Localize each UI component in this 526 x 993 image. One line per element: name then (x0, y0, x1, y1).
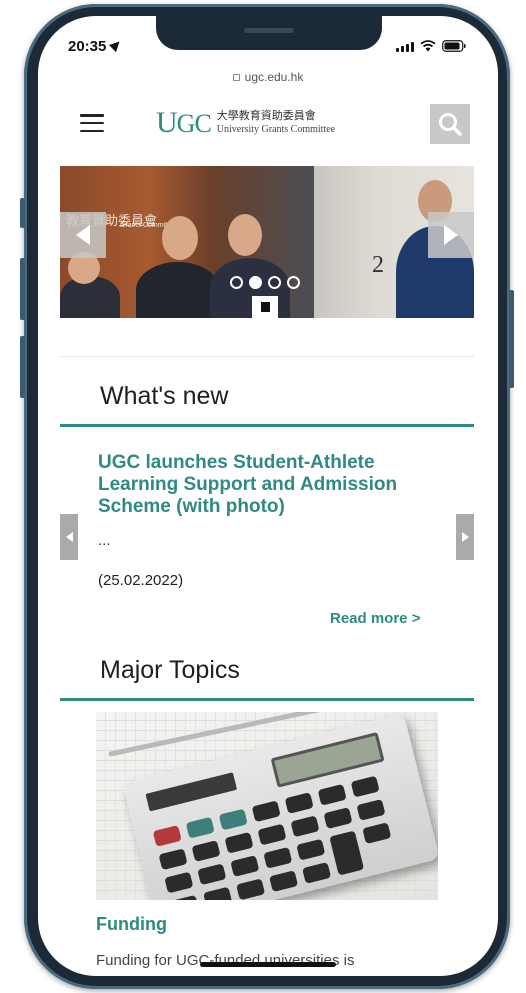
search-button[interactable] (430, 104, 470, 144)
pause-icon (260, 302, 270, 312)
news-next-button[interactable] (456, 514, 474, 560)
carousel-pause-button[interactable] (252, 296, 278, 318)
divider (60, 356, 474, 357)
person-right-head (228, 214, 262, 256)
calculator-key (185, 816, 215, 839)
calculator-key (302, 862, 332, 884)
funding-topic-title-link[interactable]: Funding (96, 914, 167, 935)
calculator-key (224, 831, 254, 854)
carousel-next-button[interactable] (428, 212, 474, 258)
hamburger-menu-icon[interactable] (80, 114, 104, 132)
calculator-key (329, 830, 365, 876)
calculator-key (164, 871, 194, 894)
person-center-head (162, 216, 198, 260)
power-button (509, 290, 514, 388)
carousel-indicators (230, 276, 300, 289)
slide-number-fragment: 2 (372, 252, 384, 278)
calculator-key (218, 808, 248, 831)
carousel-dot-2[interactable] (249, 276, 262, 289)
news-item-title-link[interactable]: UGC launches Student-Athlete Learning Su… (98, 452, 438, 518)
calculator-key (317, 783, 347, 806)
chevron-left-icon (76, 225, 90, 245)
calculator-key (263, 846, 293, 869)
status-time-text: 20:35 (68, 38, 107, 55)
status-time: 20:35 (68, 37, 124, 55)
logo-mark-gc: GC (176, 109, 212, 138)
search-icon (439, 113, 462, 136)
read-more-link[interactable]: Read more > (330, 610, 420, 627)
chevron-left-icon (65, 532, 73, 542)
carousel-prev-button[interactable] (60, 212, 106, 258)
calculator-key (152, 825, 182, 847)
status-icons (396, 40, 466, 52)
calculator-key (191, 840, 221, 862)
major-topics-underline (60, 698, 474, 701)
url-text: ugc.edu.hk (244, 70, 304, 84)
ugc-logo[interactable]: UGC 大學教育資助委員會 University Grants Committe… (156, 106, 335, 140)
calculator-key (158, 848, 188, 871)
calculator-key (296, 838, 326, 861)
address-bar[interactable]: ugc.edu.hk (38, 70, 498, 84)
calculator-key (350, 775, 380, 798)
notch (156, 16, 382, 50)
logo-english: University Grants Committee (216, 124, 336, 135)
calculator-key (269, 870, 299, 893)
lock-icon (232, 74, 240, 81)
logo-mark-u: U (156, 106, 178, 139)
calculator-key (203, 886, 233, 900)
calculator-key (230, 855, 260, 877)
hero-carousel[interactable]: 教育資助委員會 Grants Commit 2 (60, 166, 474, 318)
whats-new-heading: What's new (100, 382, 229, 410)
calculator-key (290, 815, 320, 838)
signal-icon (396, 42, 414, 52)
logo-text: 大學教育資助委員會 University Grants Committee (217, 110, 335, 136)
mute-switch (20, 198, 25, 228)
phone-screen: 20:35 ugc.edu.hk UGC 大學教育資助委員會 Universit… (38, 16, 498, 976)
location-arrow-icon (109, 37, 124, 53)
carousel-dot-3[interactable] (268, 276, 281, 289)
calculator-key (257, 823, 287, 846)
news-item-date: (25.02.2022) (98, 572, 184, 589)
volume-up-button (20, 258, 25, 320)
calculator-key (251, 800, 281, 823)
chevron-right-icon (444, 225, 458, 245)
calculator-key (236, 878, 266, 900)
carousel-sign-text-en: Grants Commit (120, 222, 168, 229)
person-center (136, 262, 220, 318)
wifi-icon (420, 40, 436, 52)
whats-new-underline (60, 424, 474, 427)
speaker (244, 28, 294, 33)
calculator-solar-panel (145, 772, 238, 812)
news-prev-button[interactable] (60, 514, 78, 560)
chevron-right-icon (461, 532, 469, 542)
carousel-dot-1[interactable] (230, 276, 243, 289)
logo-chinese: 大學教育資助委員會 (216, 110, 316, 122)
home-indicator (200, 962, 336, 967)
calculator-key (170, 894, 200, 900)
carousel-dot-4[interactable] (287, 276, 300, 289)
major-topics-heading: Major Topics (100, 656, 240, 684)
logo-mark: UGC (156, 106, 212, 140)
calculator-key (284, 792, 314, 814)
calculator-key (356, 798, 386, 821)
news-item-excerpt: ... (98, 532, 111, 549)
battery-icon (442, 40, 466, 52)
volume-down-button (20, 336, 25, 398)
calculator-key (362, 822, 392, 845)
calculator-key (197, 863, 227, 886)
calculator-key (323, 807, 353, 830)
funding-topic-image[interactable] (96, 712, 438, 900)
